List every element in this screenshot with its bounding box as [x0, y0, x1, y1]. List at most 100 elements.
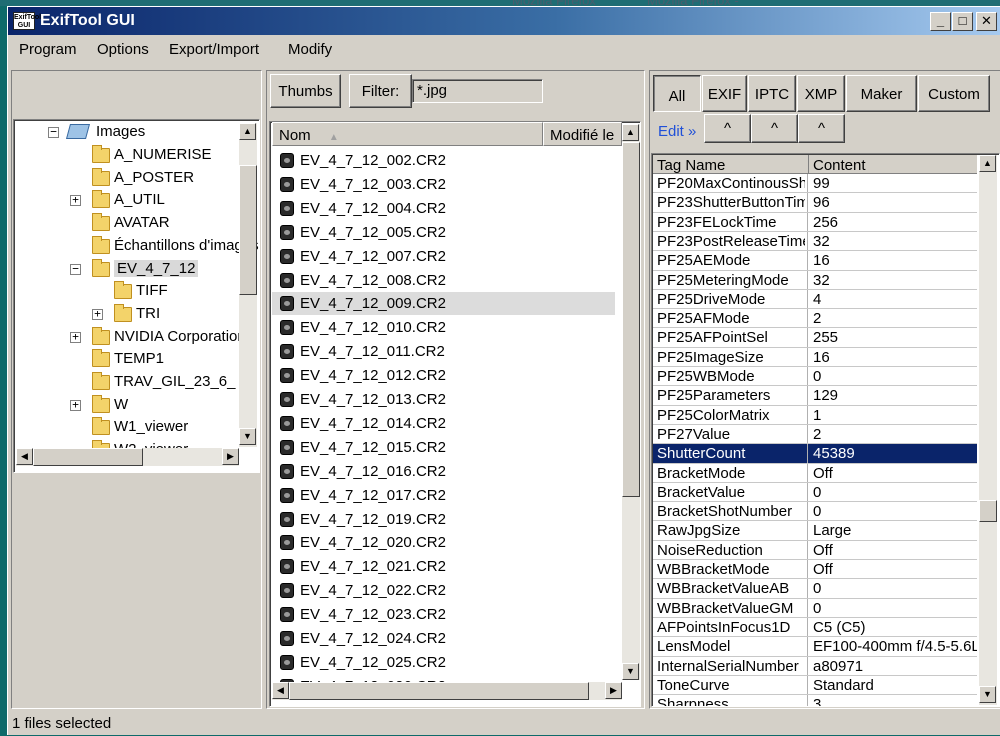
file-item[interactable]: EV_4_7_12_013.CR2	[272, 388, 615, 411]
tag-row[interactable]: NoiseReduction Off	[653, 540, 977, 560]
scroll-down-button[interactable]: ▼	[622, 663, 639, 680]
tree-item-images[interactable]: − Images	[18, 122, 238, 144]
file-item[interactable]: EV_4_7_12_008.CR2	[272, 269, 615, 292]
tag-row[interactable]: WBBracketValueAB 0	[653, 579, 977, 599]
menu-program[interactable]: Program	[19, 41, 77, 58]
file-item[interactable]: EV_4_7_12_009.CR2	[272, 292, 615, 316]
tag-row[interactable]: AFPointsInFocus1D C5 (C5)	[653, 617, 977, 637]
scroll-down-button[interactable]: ▼	[979, 686, 996, 703]
expand-icon[interactable]: +	[92, 308, 103, 320]
tab-maker[interactable]: Maker	[846, 75, 917, 112]
tag-row[interactable]: BracketValue 0	[653, 482, 977, 502]
file-item[interactable]: EV_4_7_12_020.CR2	[272, 531, 615, 554]
file-item[interactable]: EV_4_7_12_023.CR2	[272, 603, 615, 626]
tag-row[interactable]: PF20MaxContinousShots 99	[653, 174, 977, 193]
tag-row[interactable]: Sharpness 3	[653, 695, 977, 706]
tree-item[interactable]: Échantillons d'images	[18, 235, 259, 258]
tree-item[interactable]: W1_viewer	[18, 417, 238, 439]
file-item[interactable]: EV_4_7_12_002.CR2	[272, 149, 615, 172]
column-header-modified[interactable]: Modifié le	[543, 122, 622, 146]
tag-row[interactable]: ToneCurve Standard	[653, 675, 977, 695]
tree-item[interactable]: TEMP1	[18, 349, 238, 371]
title-bar[interactable]: ExifTool GUI ExifTool GUI _ □ ✕	[8, 7, 1000, 35]
file-item[interactable]: EV_4_7_12_019.CR2	[272, 508, 615, 531]
column-header-name[interactable]: Nom ▲	[272, 122, 543, 146]
folder-tree[interactable]: − Images A_NUMERISE A_POSTER + A_UTIL AVATAR Éc…	[13, 119, 260, 473]
tag-row[interactable]: PF25MeteringMode 32	[653, 270, 977, 290]
scroll-left-button[interactable]: ◀	[16, 448, 33, 465]
tree-item[interactable]: + NVIDIA Corporation	[18, 326, 246, 349]
tree-item[interactable]: + W	[18, 394, 238, 417]
file-item[interactable]: EV_4_7_12_016.CR2	[272, 460, 615, 483]
move-up-button[interactable]: ^	[751, 114, 798, 143]
tree-item[interactable]: TIFF	[18, 281, 238, 303]
move-up-button[interactable]: ^	[704, 114, 751, 143]
tag-row[interactable]: PF27Value 2	[653, 424, 977, 444]
tag-row[interactable]: PF23ShutterButtonTime 96	[653, 193, 977, 213]
scroll-right-button[interactable]: ▶	[222, 448, 239, 465]
tag-row[interactable]: PF25AEMode 16	[653, 251, 977, 271]
scroll-up-button[interactable]: ▲	[239, 123, 256, 140]
file-item[interactable]: EV_4_7_12_012.CR2	[272, 364, 615, 387]
file-list[interactable]: Nom ▲ Modifié le EV_4_7_12_002.CR2 EV_4_7…	[269, 121, 641, 707]
tag-vertical-scrollbar[interactable]	[979, 155, 997, 705]
close-button[interactable]: ✕	[976, 12, 997, 31]
scroll-up-button[interactable]: ▲	[979, 155, 996, 172]
expand-icon[interactable]: +	[70, 399, 81, 411]
file-item[interactable]: EV_4_7_12_010.CR2	[272, 316, 615, 339]
maximize-button[interactable]: □	[952, 12, 973, 31]
scroll-right-button[interactable]: ▶	[605, 682, 622, 699]
tree-item[interactable]: AVATAR	[18, 213, 238, 235]
tag-row[interactable]: ShutterCount 45389	[653, 444, 977, 464]
file-item[interactable]: EV_4_7_12_007.CR2	[272, 245, 615, 268]
tag-row[interactable]: PF25AFPointSel 255	[653, 328, 977, 348]
move-up-button[interactable]: ^	[798, 114, 845, 143]
tree-item[interactable]: + A_UTIL	[18, 190, 238, 212]
file-item[interactable]: EV_4_7_12_011.CR2	[272, 340, 615, 363]
tag-row[interactable]: WBBracketMode Off	[653, 560, 977, 579]
file-item[interactable]: EV_4_7_12_024.CR2	[272, 627, 615, 650]
tab-xmp[interactable]: XMP	[797, 75, 845, 112]
tree-item[interactable]: TRAV_GIL_23_6_	[18, 372, 238, 394]
tag-row[interactable]: PF23PostReleaseTime 32	[653, 231, 977, 251]
edit-link[interactable]: Edit »	[658, 123, 696, 140]
minimize-button[interactable]: _	[930, 12, 951, 31]
column-header-content[interactable]: Content	[813, 157, 866, 174]
scroll-thumb[interactable]	[33, 448, 143, 466]
tag-row[interactable]: BracketMode Off	[653, 463, 977, 483]
file-item[interactable]: EV_4_7_12_005.CR2	[272, 221, 615, 244]
menu-options[interactable]: Options	[97, 41, 149, 58]
scroll-thumb[interactable]	[289, 682, 589, 700]
collapse-icon[interactable]: −	[48, 126, 59, 138]
scroll-up-button[interactable]: ▲	[622, 124, 639, 141]
menu-export-import[interactable]: Export/Import	[169, 41, 259, 58]
tag-row[interactable]: LensModel EF100-400mm f/4.5-5.6L	[653, 637, 977, 657]
thumbs-button[interactable]: Thumbs	[270, 74, 341, 108]
tag-row[interactable]: RawJpgSize Large	[653, 521, 977, 541]
tag-row[interactable]: BracketShotNumber 0	[653, 502, 977, 522]
expand-icon[interactable]: +	[70, 194, 81, 207]
tab-exif[interactable]: EXIF	[702, 75, 747, 112]
menu-modify[interactable]: Modify	[288, 41, 332, 58]
tag-grid[interactable]: Tag Name Content PF20MaxContinousShots 99…	[651, 153, 1000, 707]
file-item[interactable]: EV_4_7_12_021.CR2	[272, 555, 615, 578]
tree-item[interactable]: + TRI	[18, 303, 238, 326]
scroll-thumb[interactable]	[622, 142, 640, 497]
collapse-icon[interactable]: −	[70, 263, 81, 275]
scroll-thumb[interactable]	[239, 165, 257, 295]
tag-row[interactable]: PF23FELockTime 256	[653, 212, 977, 232]
file-item[interactable]: EV_4_7_12_017.CR2	[272, 484, 615, 507]
tag-row[interactable]: PF25ColorMatrix 1	[653, 405, 977, 425]
tag-row[interactable]: InternalSerialNumber a80971	[653, 656, 977, 676]
filter-input[interactable]: *.jpg	[412, 79, 543, 103]
file-item[interactable]: EV_4_7_12_022.CR2	[272, 579, 615, 602]
file-item[interactable]: EV_4_7_12_004.CR2	[272, 197, 615, 220]
tag-row[interactable]: PF25WBMode 0	[653, 367, 977, 386]
file-item[interactable]: EV_4_7_12_025.CR2	[272, 651, 615, 674]
tab-custom[interactable]: Custom	[918, 75, 990, 112]
column-header-tag-name[interactable]: Tag Name	[657, 157, 725, 174]
tree-item[interactable]: A_POSTER	[18, 167, 238, 190]
scroll-down-button[interactable]: ▼	[239, 428, 256, 445]
tag-row[interactable]: PF25DriveMode 4	[653, 289, 977, 309]
file-item[interactable]: EV_4_7_12_003.CR2	[272, 173, 615, 196]
